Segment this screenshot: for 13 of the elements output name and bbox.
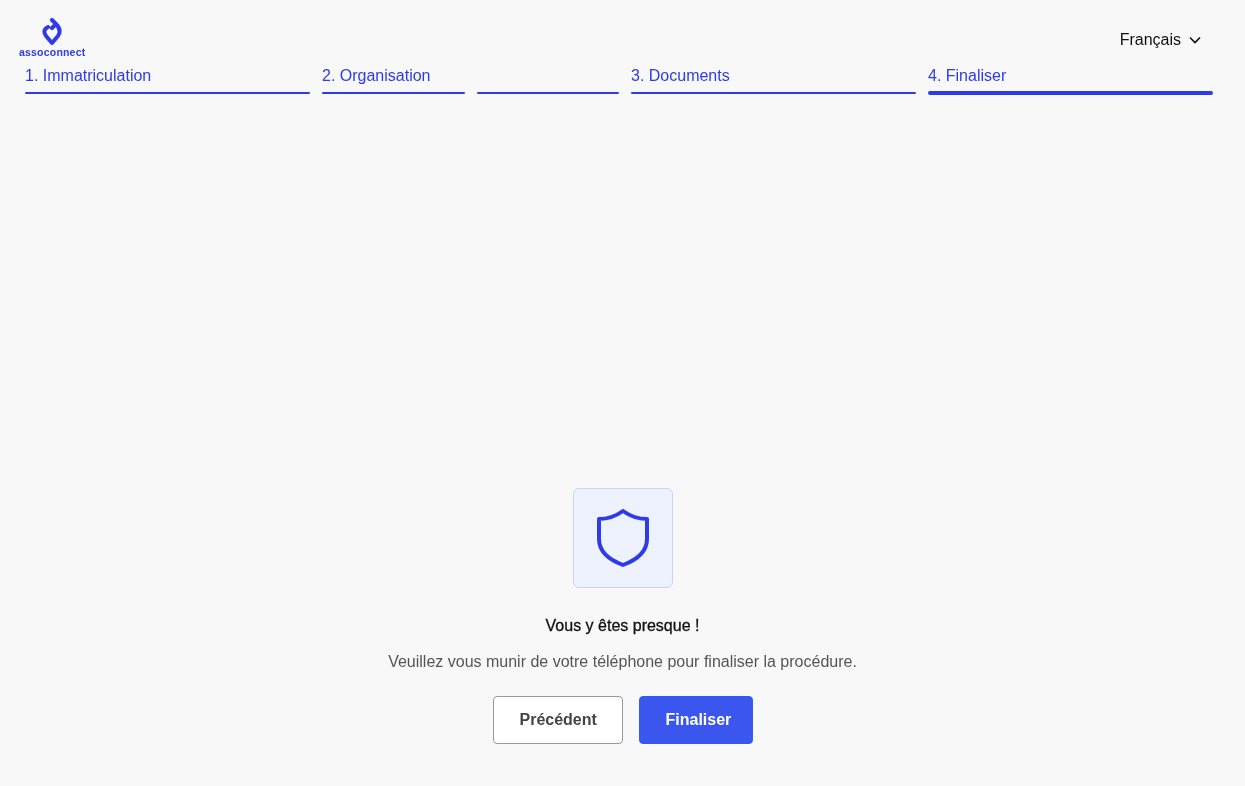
logo-icon [40, 18, 65, 46]
step-label: 3. Documents [631, 66, 731, 86]
chevron-down-icon [1189, 36, 1201, 44]
shield-icon [596, 509, 649, 567]
language-select[interactable]: Français [1119, 31, 1201, 49]
logo-text: assoconnect [19, 46, 86, 58]
step-label: 2. Organisation [322, 66, 432, 86]
finish-button[interactable]: Finaliser [638, 696, 753, 744]
step-label: 4. Finaliser [928, 66, 1008, 86]
back-button[interactable]: Précédent [492, 696, 623, 744]
title: Vous y êtes presque ! [545, 616, 700, 636]
step-label: 1. Immatriculation [25, 66, 153, 86]
message: Veuillez vous munir de votre téléphone pour finaliser la procédure. [388, 652, 857, 672]
